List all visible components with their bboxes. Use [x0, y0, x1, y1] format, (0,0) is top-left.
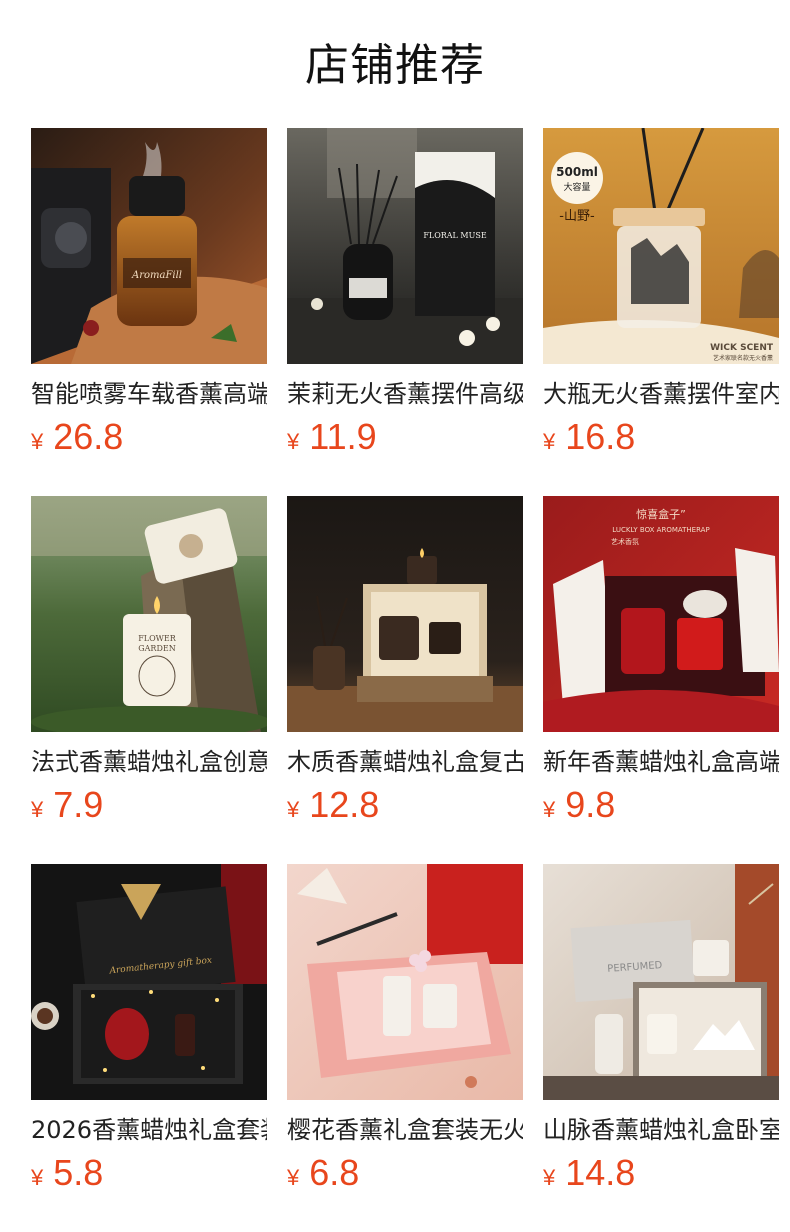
- image-text: FLORAL MUSE: [423, 231, 486, 240]
- currency-symbol: ¥: [543, 797, 556, 822]
- product-photo-large-diffuser: 500ml 大容量 -山野- WICK SCENT 艺术家联名款无火香薰: [543, 128, 779, 364]
- currency-symbol: ¥: [31, 429, 44, 454]
- product-name[interactable]: 木质香薰蜡烛礼盒复古: [287, 746, 523, 778]
- product-image[interactable]: [287, 864, 523, 1100]
- product-photo-car-diffuser: AromaFill: [31, 128, 267, 364]
- image-text: 艺术家联名款无火香薰: [713, 354, 773, 362]
- product-card[interactable]: 木质香薰蜡烛礼盒复古 ¥ 12.8: [287, 496, 523, 864]
- price-value: 11.9: [309, 416, 377, 457]
- product-price: ¥ 9.8: [543, 784, 779, 828]
- product-grid: AromaFill 智能喷雾车载香薰高端 ¥ 26.8 FLORAL MUSE …: [31, 128, 779, 1232]
- currency-symbol: ¥: [287, 797, 300, 822]
- currency-symbol: ¥: [543, 1165, 556, 1190]
- currency-symbol: ¥: [287, 1165, 300, 1190]
- product-image[interactable]: 500ml 大容量 -山野- WICK SCENT 艺术家联名款无火香薰: [543, 128, 779, 364]
- product-card[interactable]: FLORAL MUSE 茉莉无火香薰摆件高级 ¥ 11.9: [287, 128, 523, 496]
- product-price: ¥ 12.8: [287, 784, 523, 828]
- product-card[interactable]: PERFUMED 山脉香薰蜡烛礼盒卧室 ¥ 14.8: [543, 864, 779, 1232]
- product-image[interactable]: FLORAL MUSE: [287, 128, 523, 364]
- price-value: 12.8: [309, 784, 380, 825]
- product-card[interactable]: 500ml 大容量 -山野- WICK SCENT 艺术家联名款无火香薰 大瓶无…: [543, 128, 779, 496]
- product-price: ¥ 7.9: [31, 784, 267, 828]
- product-name[interactable]: 樱花香薰礼盒套装无火: [287, 1114, 523, 1146]
- product-image[interactable]: FLOWER GARDEN: [31, 496, 267, 732]
- price-value: 6.8: [309, 1152, 360, 1193]
- price-value: 26.8: [53, 416, 124, 457]
- product-name[interactable]: 智能喷雾车载香薰高端: [31, 378, 267, 410]
- product-price: ¥ 16.8: [543, 416, 779, 460]
- product-price: ¥ 6.8: [287, 1152, 523, 1196]
- image-text: 惊喜盒子”: [636, 507, 686, 521]
- product-name[interactable]: 2026香薰蜡烛礼盒套装: [31, 1114, 267, 1146]
- product-image[interactable]: 惊喜盒子” LUCKLY BOX AROMATHERAP 艺术香氛: [543, 496, 779, 732]
- price-value: 16.8: [565, 416, 636, 457]
- product-name[interactable]: 大瓶无火香薰摆件室内: [543, 378, 779, 410]
- image-text: LUCKLY BOX AROMATHERAP: [612, 526, 709, 534]
- product-name[interactable]: 法式香薰蜡烛礼盒创意: [31, 746, 267, 778]
- product-photo-reed-diffuser: FLORAL MUSE: [287, 128, 523, 364]
- product-price: ¥ 14.8: [543, 1152, 779, 1196]
- currency-symbol: ¥: [31, 1165, 44, 1190]
- product-photo-wood-gift-box: [287, 496, 523, 732]
- product-card[interactable]: AromaFill 智能喷雾车载香薰高端 ¥ 26.8: [31, 128, 267, 496]
- image-text: -山野-: [559, 209, 595, 224]
- product-photo-sakura-gift-box: [287, 864, 523, 1100]
- currency-symbol: ¥: [31, 797, 44, 822]
- product-photo-newyear-gift-box: 惊喜盒子” LUCKLY BOX AROMATHERAP 艺术香氛: [543, 496, 779, 732]
- product-image[interactable]: AromaFill: [31, 128, 267, 364]
- product-card[interactable]: Aromatherapy gift box 2026香薰蜡烛礼盒套装 ¥ 5.8: [31, 864, 267, 1232]
- price-value: 7.9: [53, 784, 104, 825]
- product-price: ¥ 26.8: [31, 416, 267, 460]
- currency-symbol: ¥: [543, 429, 556, 454]
- currency-symbol: ¥: [287, 429, 300, 454]
- image-text: GARDEN: [138, 644, 175, 653]
- product-image[interactable]: Aromatherapy gift box: [31, 864, 267, 1100]
- product-name[interactable]: 茉莉无火香薰摆件高级: [287, 378, 523, 410]
- product-image[interactable]: [287, 496, 523, 732]
- image-text: AromaFill: [131, 270, 182, 281]
- product-name[interactable]: 山脉香薰蜡烛礼盒卧室: [543, 1114, 779, 1146]
- image-text: FLOWER: [138, 634, 176, 643]
- image-text: WICK SCENT: [710, 343, 774, 353]
- product-photo-black-gift-box: Aromatherapy gift box: [31, 864, 267, 1100]
- product-card[interactable]: FLOWER GARDEN 法式香薰蜡烛礼盒创意 ¥ 7.9: [31, 496, 267, 864]
- product-card[interactable]: 樱花香薰礼盒套装无火 ¥ 6.8: [287, 864, 523, 1232]
- price-value: 14.8: [565, 1152, 636, 1193]
- product-name[interactable]: 新年香薰蜡烛礼盒高端: [543, 746, 779, 778]
- product-price: ¥ 5.8: [31, 1152, 267, 1196]
- image-text: 大容量: [563, 181, 590, 193]
- price-value: 5.8: [53, 1152, 104, 1193]
- image-text: 500ml: [556, 165, 598, 179]
- product-photo-candle-garden: FLOWER GARDEN: [31, 496, 267, 732]
- product-card[interactable]: 惊喜盒子” LUCKLY BOX AROMATHERAP 艺术香氛 新年香薰蜡烛…: [543, 496, 779, 864]
- product-price: ¥ 11.9: [287, 416, 523, 460]
- page-title: 店铺推荐: [305, 40, 485, 91]
- image-text: 艺术香氛: [611, 537, 639, 546]
- product-image[interactable]: PERFUMED: [543, 864, 779, 1100]
- price-value: 9.8: [565, 784, 616, 825]
- product-photo-mountain-gift-box: PERFUMED: [543, 864, 779, 1100]
